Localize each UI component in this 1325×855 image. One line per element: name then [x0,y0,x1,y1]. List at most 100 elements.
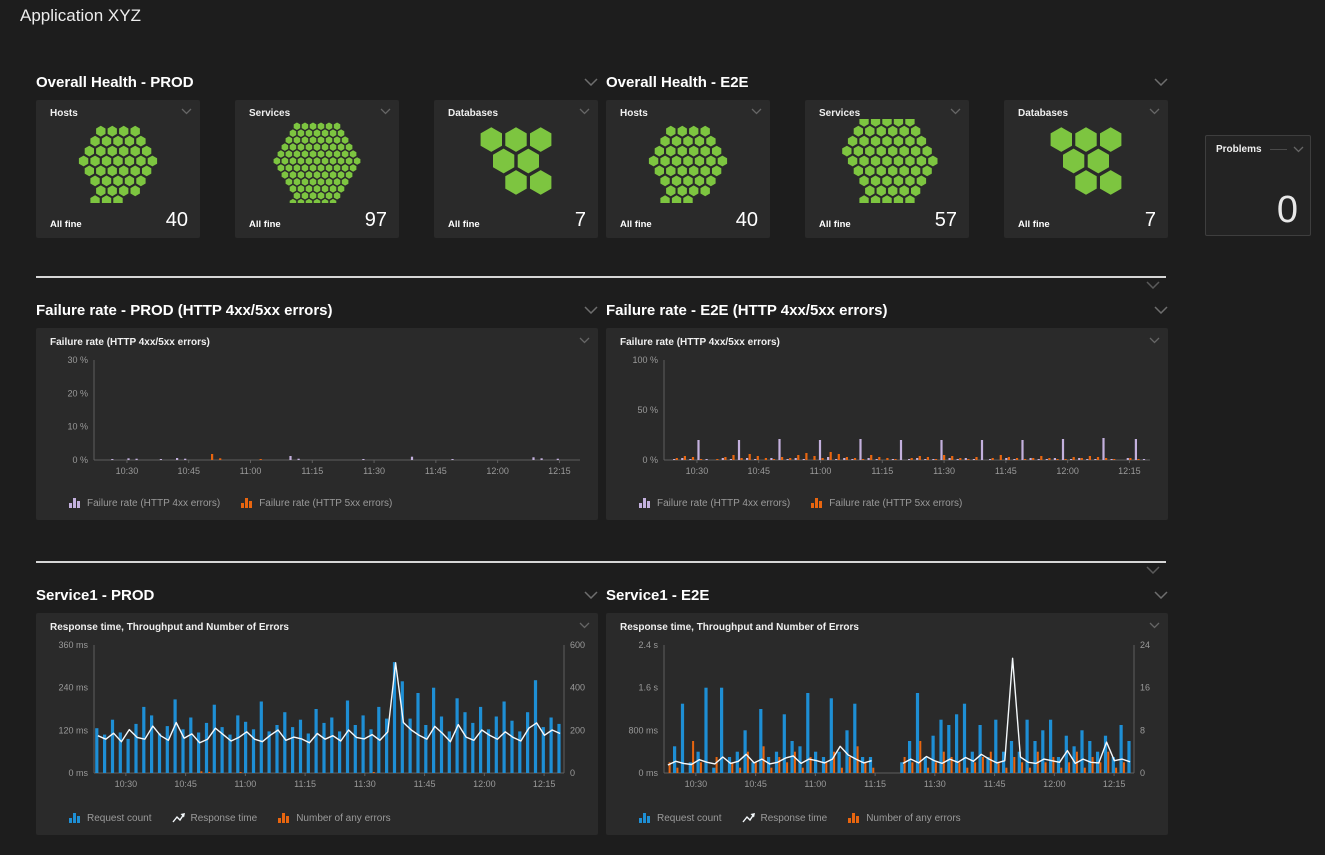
hexagon[interactable] [108,146,117,157]
hexagon[interactable] [286,178,293,186]
health-tile-hosts[interactable]: Hosts All fine40 [36,100,200,238]
health-tile-databases[interactable]: Databases All fine7 [434,100,598,238]
legend-item[interactable]: Request count [68,812,152,824]
hexagon[interactable] [672,176,681,187]
hexagon[interactable] [865,126,874,137]
chevron-down-icon[interactable] [380,108,391,115]
hexagon[interactable] [877,146,886,157]
hexagon[interactable] [119,126,128,137]
hexagon[interactable] [326,178,333,186]
health-tile-services[interactable]: Services All fine57 [805,100,969,238]
hexagon[interactable] [330,157,337,165]
hexagon[interactable] [917,156,926,167]
hexagon[interactable] [1075,170,1096,195]
hexagon[interactable] [888,126,897,137]
hexagon[interactable] [350,150,357,158]
hexagon[interactable] [338,157,345,165]
hexagon[interactable] [90,136,99,147]
hexagon[interactable] [286,164,293,172]
hexagon[interactable] [848,156,857,167]
hexagon[interactable] [701,146,710,157]
hexagon[interactable] [859,119,868,127]
hexagon[interactable] [290,157,297,165]
hexagon[interactable] [322,199,329,203]
hexagon[interactable] [302,136,309,144]
hexagon[interactable] [905,195,914,203]
hexagon[interactable] [900,146,909,157]
hexagon[interactable] [689,166,698,177]
hexagon[interactable] [695,136,704,147]
hexagon[interactable] [701,166,710,177]
hexagon[interactable] [900,126,909,137]
hexagon[interactable] [314,199,321,203]
hexagon[interactable] [865,146,874,157]
hexagon[interactable] [113,156,122,167]
hexagon[interactable] [131,146,140,157]
hexagon[interactable] [905,119,914,127]
hexagon[interactable] [125,156,134,167]
hexagon[interactable] [666,166,675,177]
hexagon[interactable] [310,123,317,131]
hexagon[interactable] [338,129,345,137]
chevron-down-icon[interactable] [1149,622,1160,629]
hexagon[interactable] [678,185,687,196]
chevron-down-icon[interactable] [950,108,961,115]
hexagon[interactable] [306,157,313,165]
health-tile-hosts[interactable]: Hosts All fine40 [606,100,770,238]
hexagon[interactable] [314,143,321,151]
hexagon[interactable] [672,136,681,147]
hexagon[interactable] [326,192,333,200]
hexagon[interactable] [334,164,341,172]
hexagon[interactable] [905,136,914,147]
hexagon[interactable] [905,156,914,167]
hexagon[interactable] [290,185,297,193]
hexagon[interactable] [871,136,880,147]
honeycomb-chart[interactable] [247,119,387,203]
hexagon[interactable] [326,123,333,131]
hexagon[interactable] [148,156,157,167]
chevron-down-icon[interactable] [579,337,590,344]
hexagon[interactable] [102,136,111,147]
chevron-down-icon[interactable] [1146,566,1160,574]
hexagon[interactable] [119,146,128,157]
legend-item[interactable]: Response time [172,812,258,824]
honeycomb-chart[interactable] [48,119,188,203]
hexagon[interactable] [108,126,117,137]
hexagon[interactable] [278,164,285,172]
health-tile-services[interactable]: Services All fine97 [235,100,399,238]
hexagon[interactable] [294,136,301,144]
chevron-down-icon[interactable] [181,108,192,115]
chevron-down-icon[interactable] [1154,306,1168,314]
hexagon[interactable] [330,185,337,193]
hexagon[interactable] [330,171,337,179]
hexagon[interactable] [322,171,329,179]
hexagon[interactable] [871,119,880,127]
hexagon[interactable] [911,185,920,196]
hexagon[interactable] [342,136,349,144]
hexagon[interactable] [96,126,105,137]
hexagon[interactable] [894,136,903,147]
hexagon[interactable] [706,176,715,187]
hexagon[interactable] [282,157,289,165]
chevron-down-icon[interactable] [751,108,762,115]
hexagon[interactable] [298,157,305,165]
hexagon[interactable] [322,185,329,193]
hexagon[interactable] [310,192,317,200]
hexagon[interactable] [294,192,301,200]
hexagon[interactable] [90,176,99,187]
hexagon[interactable] [298,199,305,203]
hexagon[interactable] [326,164,333,172]
hexagon[interactable] [706,156,715,167]
hexagon[interactable] [683,156,692,167]
hexagon[interactable] [689,146,698,157]
hexagon[interactable] [102,195,111,203]
hexagon[interactable] [338,143,345,151]
hexagon[interactable] [683,176,692,187]
hexagon[interactable] [96,185,105,196]
hexagon[interactable] [660,195,669,203]
hexagon[interactable] [282,171,289,179]
failure-rate-chart[interactable]: 0 %10 %20 %30 %10:3010:4511:0011:1511:30… [36,348,598,486]
hexagon[interactable] [79,156,88,167]
hexagon[interactable] [318,150,325,158]
hexagon[interactable] [302,192,309,200]
